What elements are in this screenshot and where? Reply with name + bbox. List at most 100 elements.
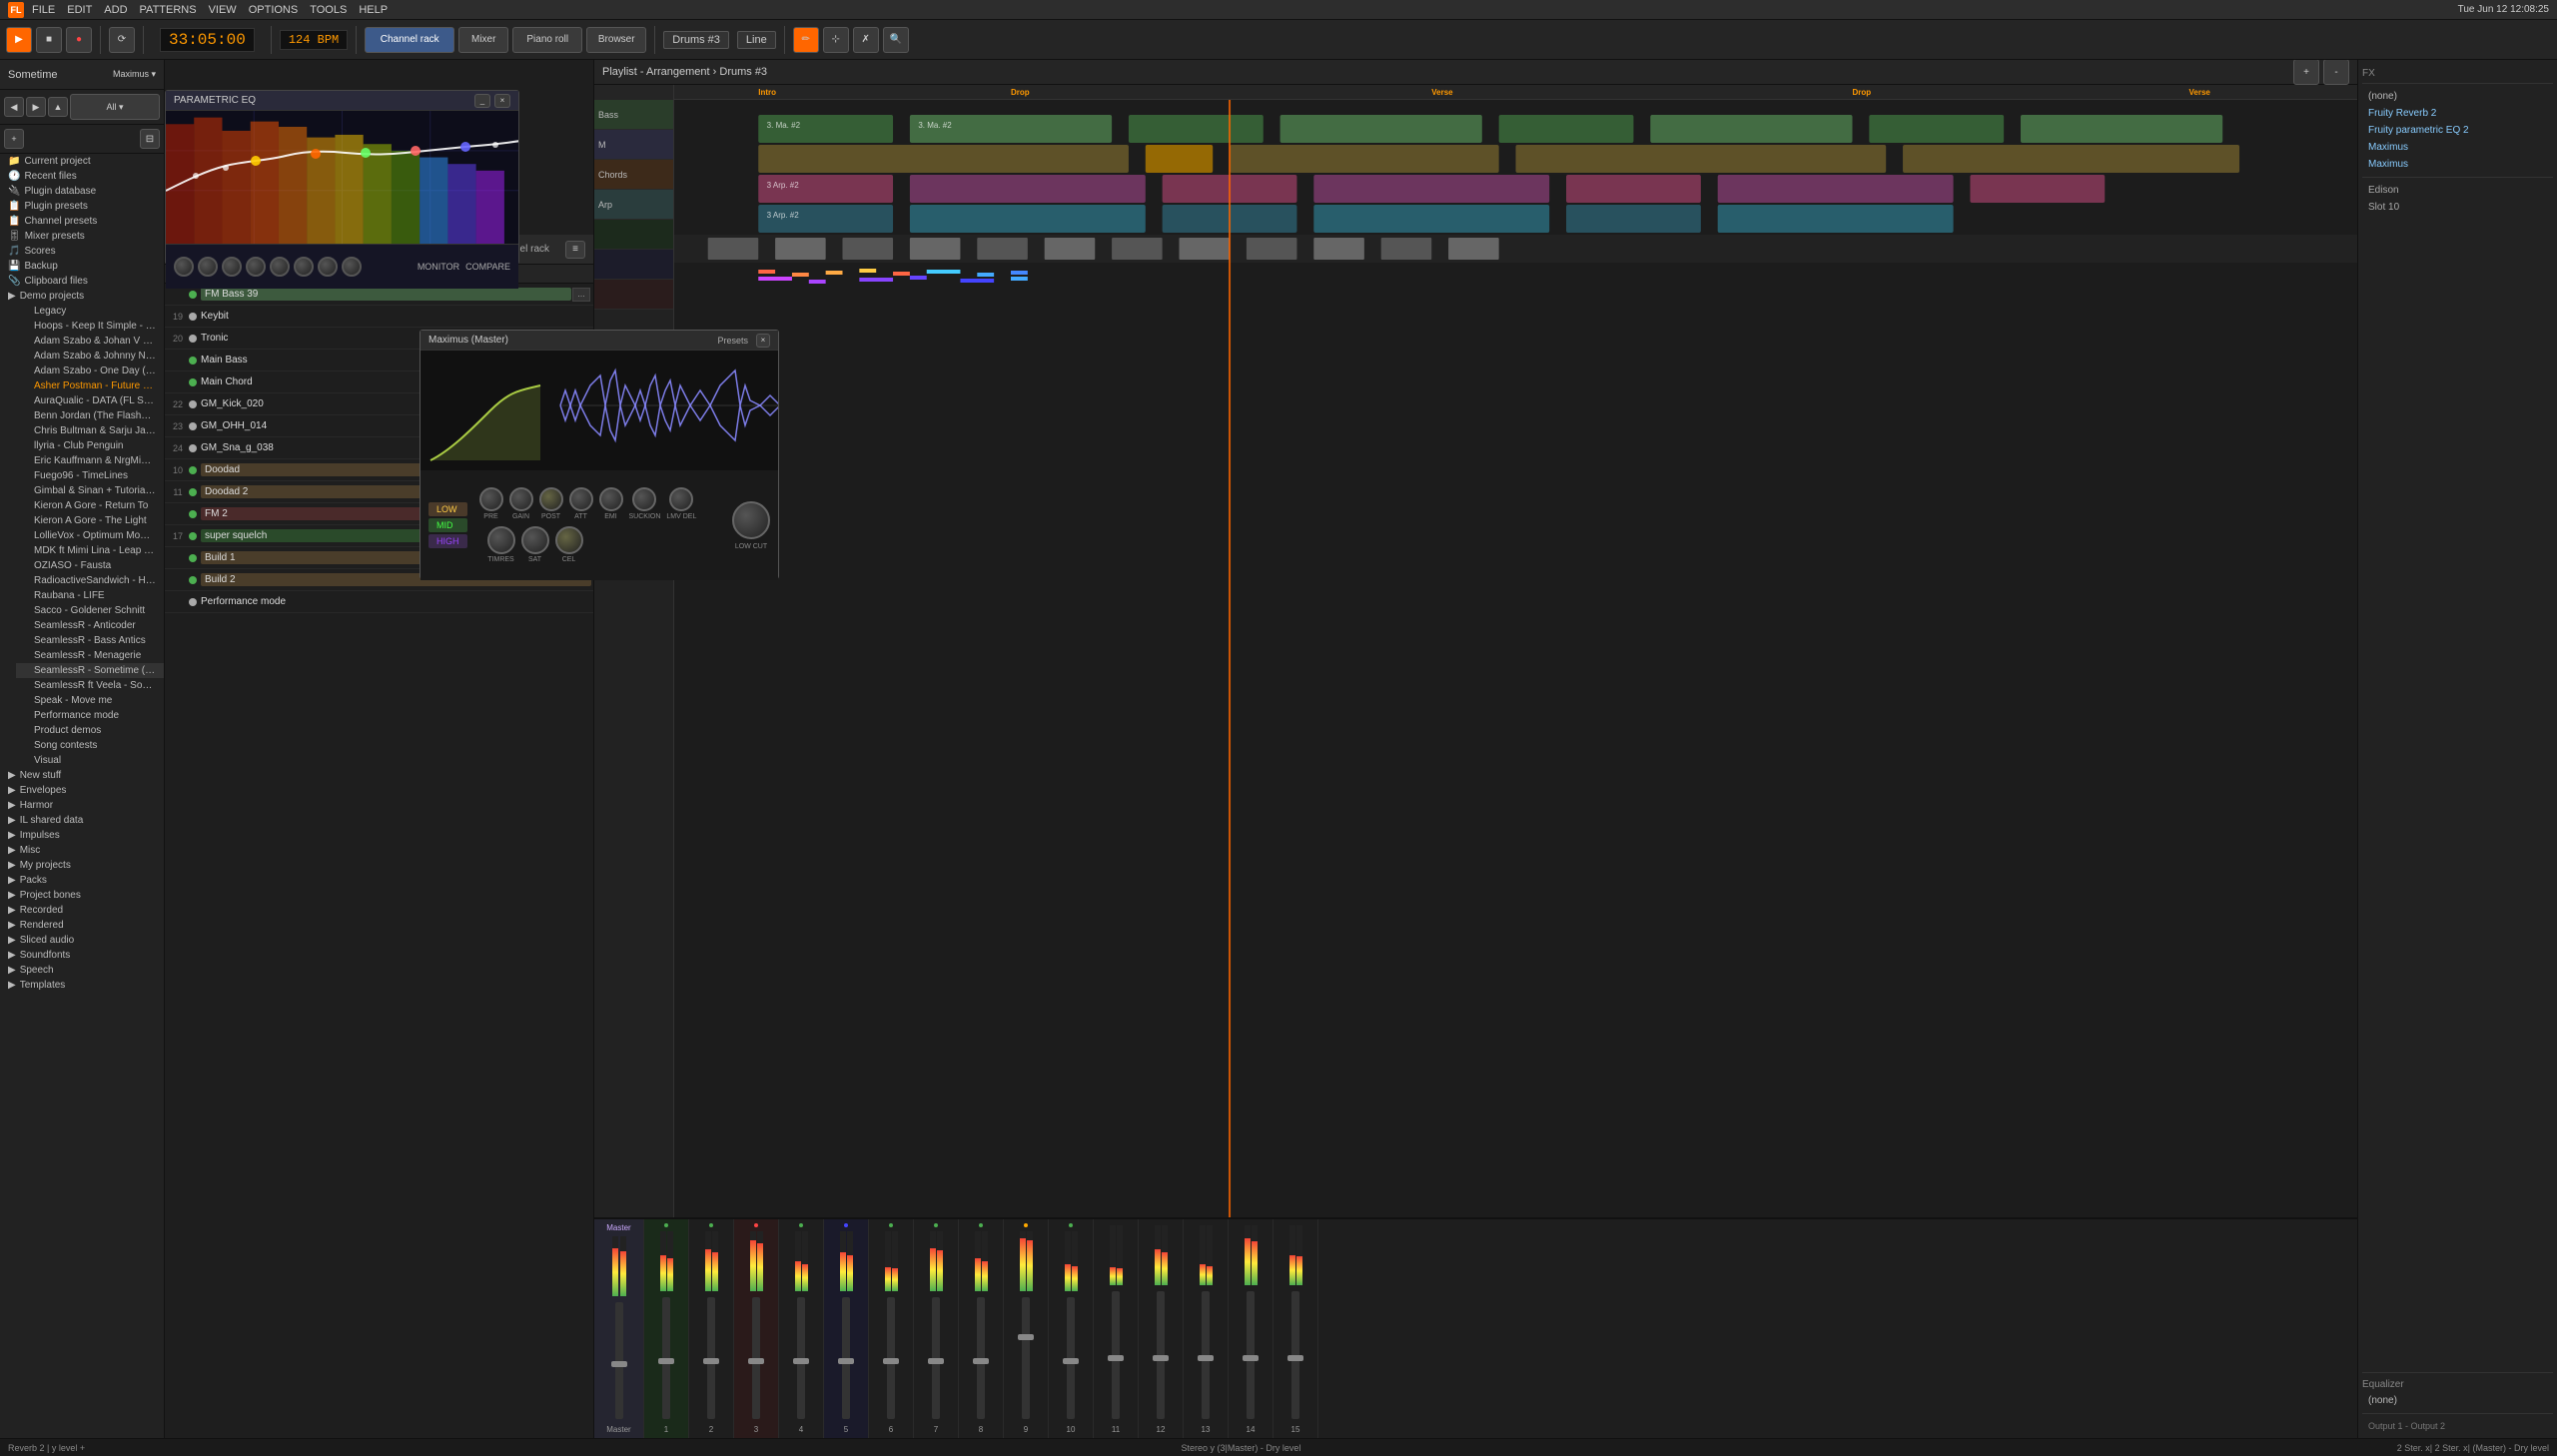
knob-suction[interactable] [632, 487, 656, 511]
eq-knob-8[interactable] [342, 257, 362, 277]
track-label-melody[interactable]: M [594, 130, 673, 160]
sidebar-item-adam-szabo-3[interactable]: Adam Szabo - One Day (Funky Mix) [16, 364, 164, 378]
sidebar-item-rendered[interactable]: ▶ Rendered [0, 918, 164, 933]
knob-emi[interactable] [599, 487, 623, 511]
eq-knob-5[interactable] [270, 257, 290, 277]
sidebar-item-song-contests[interactable]: Song contests [16, 738, 164, 753]
master-fader[interactable] [615, 1302, 623, 1419]
ch14-fader[interactable] [1247, 1291, 1255, 1419]
channel-led-13[interactable] [189, 554, 197, 562]
channel-led-8[interactable] [189, 444, 197, 452]
menu-tools[interactable]: TOOLS [310, 4, 347, 16]
sidebar-item-seamlessr-5[interactable]: SeamlessR ft Veela - Sometime (Vocal) [16, 678, 164, 693]
piano-roll-button[interactable]: Piano roll [512, 27, 582, 53]
sidebar-item-seamlessr-1[interactable]: SeamlessR - Anticoder [16, 618, 164, 633]
right-fx-reverb[interactable]: Fruity Reverb 2 [2362, 105, 2553, 122]
sidebar-item-channel-presets[interactable]: 📋 Channel presets [0, 214, 164, 229]
channel-led-5[interactable] [189, 378, 197, 386]
menu-add[interactable]: ADD [104, 4, 127, 16]
channel-led-6[interactable] [189, 400, 197, 408]
channel-led-11[interactable] [189, 510, 197, 518]
ch1-fader[interactable] [662, 1297, 670, 1419]
maximus-header[interactable]: Maximus (Master) Presets × [594, 331, 778, 351]
sidebar-item-impulses[interactable]: ▶ Impulses [0, 828, 164, 843]
track-label-6[interactable] [594, 250, 673, 280]
menu-edit[interactable]: EDIT [67, 4, 92, 16]
channel-led-1[interactable] [189, 291, 197, 299]
right-fx-none[interactable]: (none) [2362, 88, 2553, 105]
sidebar-item-speak[interactable]: Speak - Move me [16, 693, 164, 708]
channel-rack-menu[interactable]: ≡ [565, 241, 585, 259]
menu-help[interactable]: HELP [359, 4, 388, 16]
ch2-fader[interactable] [707, 1297, 715, 1419]
sidebar-item-plugin-presets[interactable]: 📋 Plugin presets [0, 199, 164, 214]
eq-plugin-header[interactable]: PARAMETRIC EQ _ × [166, 91, 518, 111]
channel-name-performance[interactable]: Performance mode [201, 596, 591, 607]
sidebar-item-oziaso[interactable]: OZIASO - Fausta [16, 558, 164, 573]
knob-lmv[interactable] [669, 487, 693, 511]
sidebar-item-misc[interactable]: ▶ Misc [0, 843, 164, 858]
ch12-handle[interactable] [1153, 1355, 1169, 1361]
mode-selector[interactable]: Line [737, 31, 776, 49]
playlist-zoom-in[interactable]: + [2293, 60, 2319, 85]
ch3-fader[interactable] [752, 1297, 760, 1419]
track-label-7[interactable] [594, 280, 673, 310]
eq-knob-3[interactable] [222, 257, 242, 277]
channel-led-3[interactable] [189, 335, 197, 343]
sidebar-item-backup[interactable]: 💾 Backup [0, 259, 164, 274]
track-label-5[interactable] [594, 220, 673, 250]
sidebar-item-llyria[interactable]: llyria - Club Penguin [16, 438, 164, 453]
track-label-arp[interactable]: Arp [594, 190, 673, 220]
eq-knob-2[interactable] [198, 257, 218, 277]
sidebar-item-product-demos[interactable]: Product demos [16, 723, 164, 738]
ch15-fader[interactable] [1291, 1291, 1299, 1419]
sidebar-item-il-shared[interactable]: ▶ IL shared data [0, 813, 164, 828]
sidebar-item-demo-projects[interactable]: ▶ Demo projects [0, 289, 164, 304]
ch2-handle[interactable] [703, 1358, 719, 1364]
menu-view[interactable]: VIEW [209, 4, 237, 16]
sidebar-item-templates[interactable]: ▶ Templates [0, 978, 164, 993]
ch13-handle[interactable] [1198, 1355, 1214, 1361]
select-tool[interactable]: ⊹ [823, 27, 849, 53]
sidebar-item-eric-kauffmann[interactable]: Eric Kauffmann & NrgMind - Exoplanet [16, 453, 164, 468]
sidebar-item-harmor[interactable]: ▶ Harmor [0, 798, 164, 813]
sidebar-item-plugin-database[interactable]: 🔌 Plugin database [0, 184, 164, 199]
right-fx-slot10[interactable]: Slot 10 [2362, 199, 2553, 216]
sidebar-item-speech[interactable]: ▶ Speech [0, 963, 164, 978]
sidebar-item-adam-szabo-2[interactable]: Adam Szabo & Johnny Norberg - I Wanna Be [16, 349, 164, 364]
sidebar-item-kieron-2[interactable]: Kieron A Gore - The Light [16, 513, 164, 528]
channel-led-9[interactable] [189, 466, 197, 474]
master-fader-handle[interactable] [611, 1361, 627, 1367]
right-fx-edison[interactable]: Edison [2362, 182, 2553, 199]
sidebar-item-auraqualic[interactable]: AuraQualic - DATA (FL Studio Remix) [16, 393, 164, 408]
bpm-display[interactable]: 124 BPM [280, 30, 348, 50]
sidebar-item-mixer-presets[interactable]: 🎚 Mixer presets [0, 229, 164, 244]
knob-master-volume[interactable] [732, 501, 770, 539]
sidebar-item-chris-bultman[interactable]: Chris Bultman & Sarju Jagar - No Escape [16, 423, 164, 438]
output-label[interactable]: Output 1 - Output 2 [2362, 1418, 2553, 1434]
play-button[interactable]: ▶ [6, 27, 32, 53]
ch6-fader[interactable] [887, 1297, 895, 1419]
menu-patterns[interactable]: PATTERNS [140, 4, 197, 16]
ch10-fader[interactable] [1067, 1297, 1075, 1419]
sidebar-item-soundfonts[interactable]: ▶ Soundfonts [0, 948, 164, 963]
eq-knob-4[interactable] [246, 257, 266, 277]
sidebar-item-sliced-audio[interactable]: ▶ Sliced audio [0, 933, 164, 948]
zoom-tool[interactable]: 🔍 [883, 27, 909, 53]
eq-knob-6[interactable] [294, 257, 314, 277]
ch1-handle[interactable] [658, 1358, 674, 1364]
track-label-chords[interactable]: Chords [594, 160, 673, 190]
eq-knob-1[interactable] [174, 257, 194, 277]
sidebar-item-fuego[interactable]: Fuego96 - TimeLines [16, 468, 164, 483]
nav-up[interactable]: ▲ [48, 97, 68, 117]
sidebar-item-recorded[interactable]: ▶ Recorded [0, 903, 164, 918]
mixer-button[interactable]: Mixer [458, 27, 508, 53]
channel-led-15[interactable] [189, 598, 197, 606]
add-folder[interactable]: + [4, 129, 24, 149]
right-fx-maximus-1[interactable]: Maximus [2362, 139, 2553, 156]
channel-led-2[interactable] [189, 313, 197, 321]
ch7-fader[interactable] [932, 1297, 940, 1419]
channel-name-keybit[interactable]: Keybit [201, 311, 591, 322]
eq-close[interactable]: × [494, 94, 510, 108]
ch12-fader[interactable] [1157, 1291, 1165, 1419]
